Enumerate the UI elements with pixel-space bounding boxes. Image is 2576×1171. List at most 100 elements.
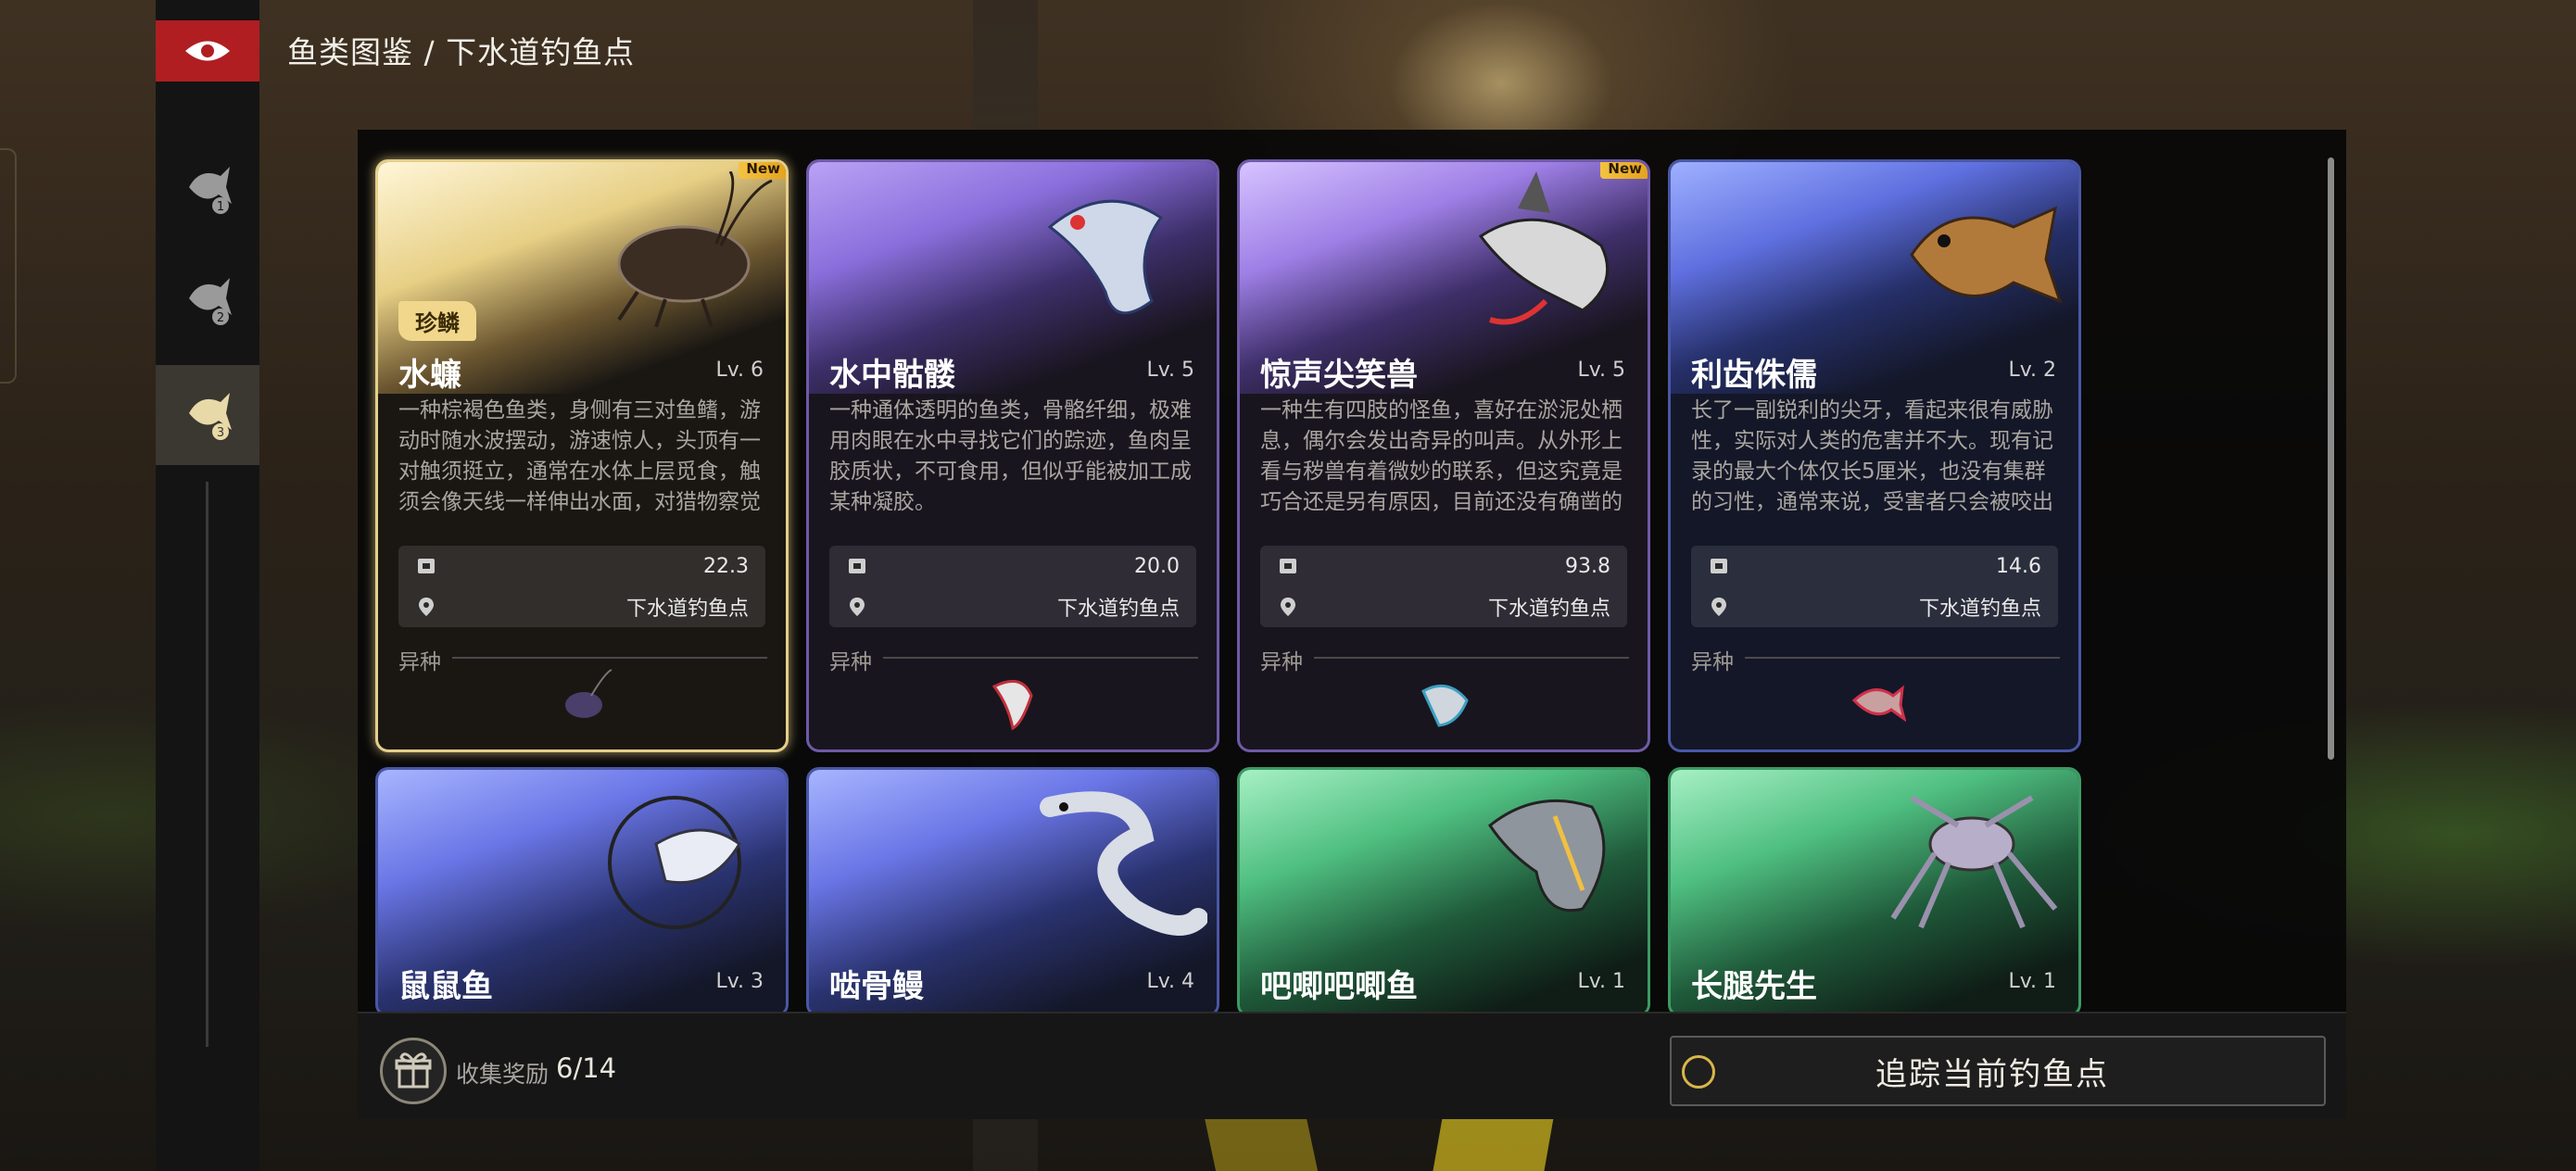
fish-art xyxy=(1487,799,1606,913)
nav-item-fish-2[interactable]: 2 xyxy=(156,250,259,350)
variant-divider xyxy=(452,657,767,659)
variant-fish-icon xyxy=(1851,685,1906,723)
fish-level: Lv. 5 xyxy=(1146,359,1194,382)
weight-icon xyxy=(1280,559,1296,573)
stats-box: 93.8 下水道钓鱼点 xyxy=(1260,546,1627,627)
track-button-label: 追踪当前钓鱼点 xyxy=(1875,1056,2109,1093)
location-value: 下水道钓鱼点 xyxy=(1918,598,2041,621)
reward-count: 6/14 xyxy=(556,1052,617,1084)
fish-art xyxy=(1047,199,1164,315)
fish-card[interactable]: New 珍鳞 水蠊 Lv. 6 一种棕褐色鱼类，身侧有三对鱼鳍，游动时随水波摆动… xyxy=(375,159,789,752)
variant-label: 异种 xyxy=(398,650,441,674)
location-pin-icon xyxy=(1281,598,1295,616)
fish-2-icon: 2 xyxy=(189,278,232,325)
location-value: 下水道钓鱼点 xyxy=(625,598,749,621)
weight-icon xyxy=(1711,559,1727,573)
fish-card[interactable]: New 惊声尖笑兽 Lv. 5 一种生有四肢的怪鱼，喜好在淤泥处栖息，偶尔会发出… xyxy=(1237,159,1650,752)
weight-value: 93.8 xyxy=(1565,554,1610,578)
fish-card[interactable]: 长腿先生 Lv. 1 xyxy=(1668,767,2081,1017)
stats-box: 22.3 下水道钓鱼点 xyxy=(398,546,765,627)
fish-level: Lv. 1 xyxy=(2008,970,2056,993)
variant-divider xyxy=(1745,657,2060,659)
variant-label: 异种 xyxy=(829,650,872,674)
breadcrumb: 鱼类图鉴 / 下水道钓鱼点 xyxy=(287,34,636,70)
side-bracket xyxy=(0,148,17,384)
track-radio-icon[interactable] xyxy=(1682,1055,1715,1089)
fish-level: Lv. 3 xyxy=(715,970,764,993)
fish-name: 吧唧吧唧鱼 xyxy=(1260,968,1418,1005)
nav-item-fish-3[interactable]: 3 xyxy=(156,365,259,465)
fish-card[interactable]: 鼠鼠鱼 Lv. 3 xyxy=(375,767,789,1017)
fish-card[interactable]: 吧唧吧唧鱼 Lv. 1 xyxy=(1237,767,1650,1017)
gift-icon-glyph xyxy=(395,1052,432,1089)
back-eye-icon xyxy=(185,41,230,61)
weight-row: 14.6 xyxy=(1691,546,2058,586)
fish-1-icon: 1 xyxy=(189,167,232,214)
fish-description: 一种通体透明的鱼类，骨骼纤细，极难用肉眼在水中寻找它们的踪迹，鱼肉呈胶质状，不可… xyxy=(829,398,1192,514)
location-pin-icon xyxy=(1711,598,1726,616)
variant-fish-icon xyxy=(565,669,612,718)
location-row: 下水道钓鱼点 xyxy=(1691,586,2058,627)
fish-description: 一种棕褐色鱼类，身侧有三对鱼鳍，游动时随水波摆动，游速惊人，头顶有一对触须挺立，… xyxy=(398,398,761,514)
weight-value: 14.6 xyxy=(1996,554,2041,578)
fish-card[interactable]: 水中骷髅 Lv. 5 一种通体透明的鱼类，骨骼纤细，极难用肉眼在水中寻找它们的踪… xyxy=(806,159,1219,752)
svg-text:3: 3 xyxy=(217,426,224,440)
fish-description: 长了一副锐利的尖牙，看起来很有威胁性，实际对人类的危害并不大。现有记录的最大个体… xyxy=(1691,398,2053,514)
fish-name: 水中骷髅 xyxy=(829,357,955,394)
weight-row: 93.8 xyxy=(1260,546,1627,586)
rarity-tag: 珍鳞 xyxy=(398,301,476,341)
variant-fish-icon xyxy=(1421,684,1469,727)
weight-icon xyxy=(849,559,865,573)
scrollbar-thumb[interactable] xyxy=(2328,157,2334,760)
fish-level: Lv. 4 xyxy=(1146,970,1194,993)
fish-art xyxy=(608,796,741,929)
fish-level: Lv. 1 xyxy=(1577,970,1625,993)
fish-3-icon: 3 xyxy=(189,393,232,440)
weight-row: 22.3 xyxy=(398,546,765,586)
weight-value: 20.0 xyxy=(1134,554,1180,578)
back-button[interactable] xyxy=(156,20,259,82)
variant-divider xyxy=(1314,657,1629,659)
stats-box: 14.6 下水道钓鱼点 xyxy=(1691,546,2058,627)
location-value: 下水道钓鱼点 xyxy=(1487,598,1610,621)
fish-art xyxy=(1040,791,1207,936)
fish-name: 长腿先生 xyxy=(1691,968,1817,1005)
new-badge: New xyxy=(739,162,786,179)
variant-label: 异种 xyxy=(1260,650,1303,674)
fish-name: 水蠊 xyxy=(398,357,461,394)
fish-level: Lv. 5 xyxy=(1577,359,1625,382)
weight-row: 20.0 xyxy=(829,546,1196,586)
rail-scroll-line xyxy=(206,482,208,1047)
fish-art xyxy=(1910,206,2063,304)
location-value: 下水道钓鱼点 xyxy=(1056,598,1180,621)
weight-value: 22.3 xyxy=(703,554,749,578)
fish-description: 一种生有四肢的怪鱼，喜好在淤泥处栖息，偶尔会发出奇异的叫声。从外形上看与秽兽有着… xyxy=(1260,398,1623,514)
fish-card[interactable]: 啮骨鳗 Lv. 4 xyxy=(806,767,1219,1017)
location-row: 下水道钓鱼点 xyxy=(398,586,765,627)
variant-label: 异种 xyxy=(1691,650,1734,674)
fish-level: Lv. 2 xyxy=(2008,359,2056,382)
location-pin-icon xyxy=(419,598,434,616)
variant-divider xyxy=(883,657,1198,659)
reward-label: 收集奖励 xyxy=(456,1061,549,1088)
fish-art xyxy=(1478,171,1610,325)
location-row: 下水道钓鱼点 xyxy=(829,586,1196,627)
location-pin-icon xyxy=(850,598,865,616)
fish-art xyxy=(617,171,773,328)
fish-name: 惊声尖笑兽 xyxy=(1260,357,1418,394)
nav-item-fish-1[interactable]: 1 xyxy=(156,139,259,239)
weight-icon xyxy=(418,559,435,573)
svg-text:1: 1 xyxy=(217,200,224,214)
gift-icon[interactable] xyxy=(380,1038,447,1104)
fish-name: 鼠鼠鱼 xyxy=(398,968,493,1005)
fish-art xyxy=(1890,795,2058,929)
stats-box: 20.0 下水道钓鱼点 xyxy=(829,546,1196,627)
fish-card[interactable]: 利齿侏儒 Lv. 2 长了一副锐利的尖牙，看起来很有威胁性，实际对人类的危害并不… xyxy=(1668,159,2081,752)
fish-name: 利齿侏儒 xyxy=(1691,357,1817,394)
variant-fish-icon xyxy=(991,679,1033,731)
fish-name: 啮骨鳗 xyxy=(829,968,924,1005)
fish-level: Lv. 6 xyxy=(715,359,764,382)
svg-text:2: 2 xyxy=(217,311,224,325)
location-row: 下水道钓鱼点 xyxy=(1260,586,1627,627)
new-badge: New xyxy=(1600,162,1648,179)
